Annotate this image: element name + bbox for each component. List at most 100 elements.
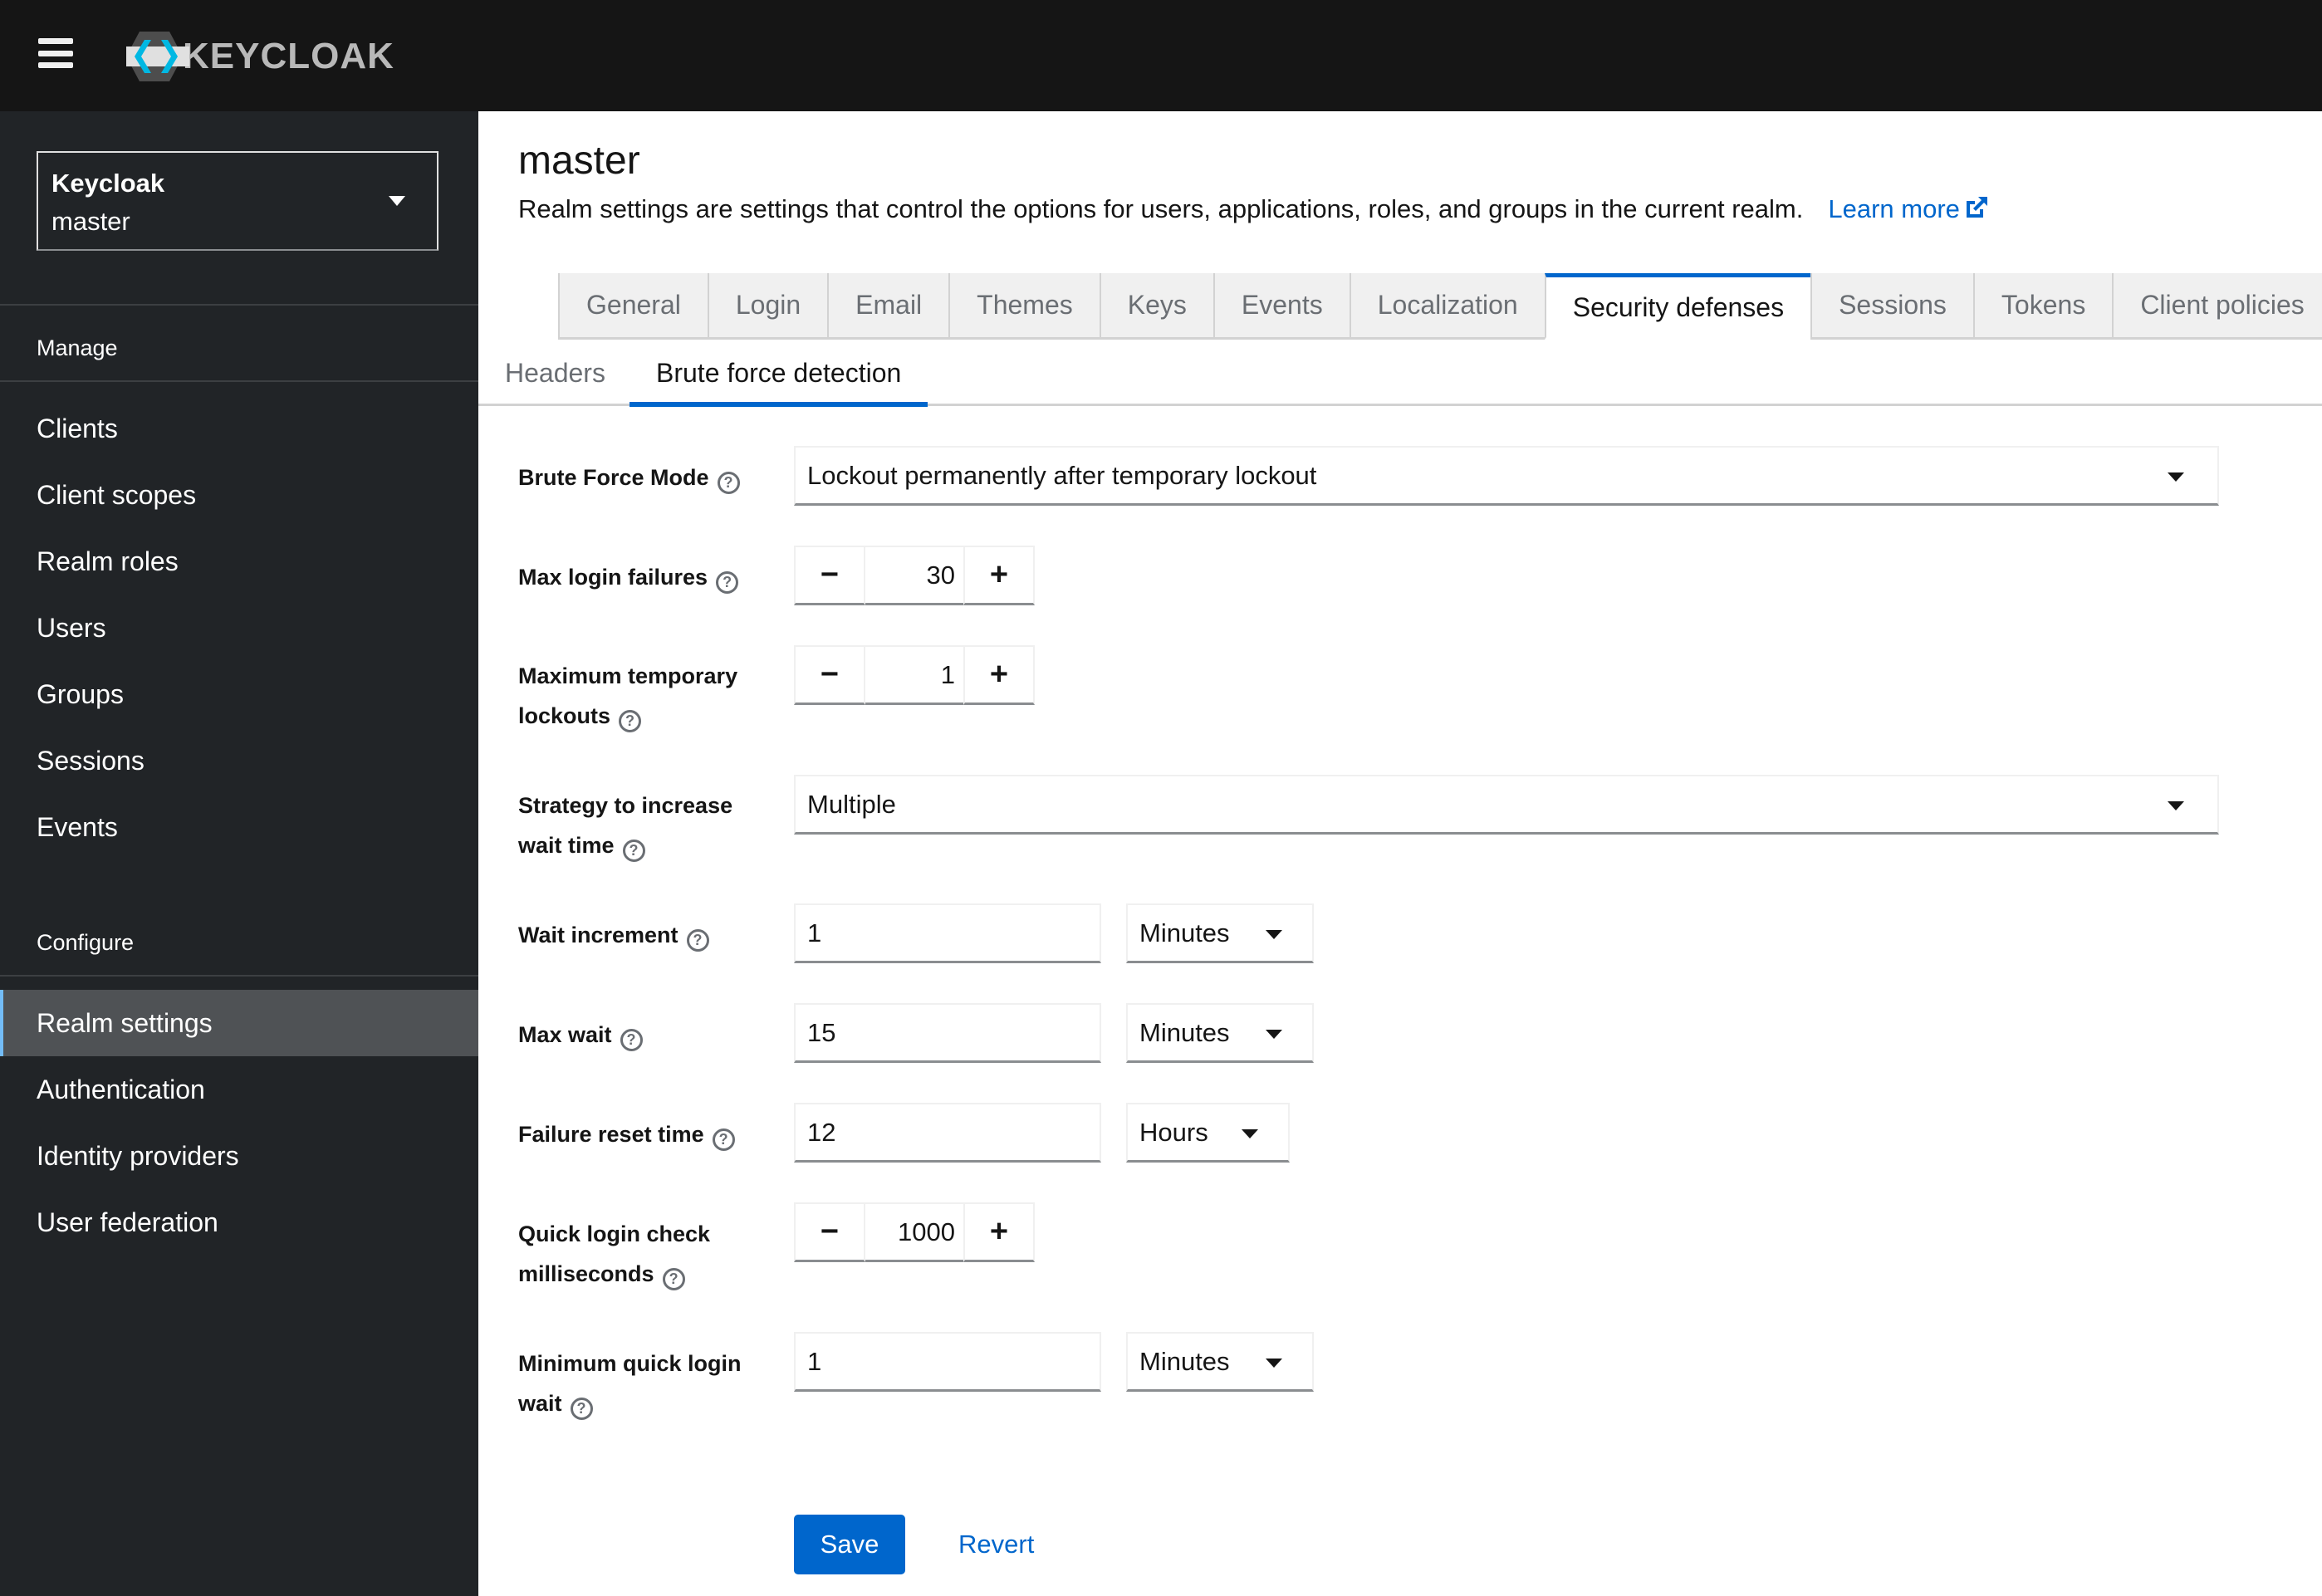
label-text: Quick login check bbox=[518, 1221, 711, 1246]
increment-button[interactable]: + bbox=[963, 546, 1035, 605]
nav-group-configure: Configure bbox=[37, 930, 135, 955]
help-icon[interactable]: ? bbox=[622, 840, 645, 862]
caret-down-icon bbox=[1266, 930, 1282, 939]
caret-down-icon bbox=[1266, 1030, 1282, 1039]
keycloak-logo[interactable]: KEYCLOAK bbox=[123, 30, 394, 83]
caret-down-icon bbox=[389, 196, 405, 206]
quick-login-check-input[interactable]: 1000 bbox=[865, 1202, 963, 1262]
max-login-failures-stepper: − 30 + bbox=[794, 546, 1035, 605]
revert-button[interactable]: Revert bbox=[958, 1515, 1034, 1574]
tab-tokens[interactable]: Tokens bbox=[1972, 273, 2113, 340]
label-text: Max wait bbox=[518, 1022, 612, 1047]
help-icon[interactable]: ? bbox=[570, 1398, 593, 1420]
help-icon[interactable]: ? bbox=[716, 571, 739, 594]
label-text: Strategy to increase bbox=[518, 793, 733, 818]
label-text: Max login failures bbox=[518, 565, 708, 590]
help-icon[interactable]: ? bbox=[619, 710, 642, 732]
unit-value: Hours bbox=[1139, 1118, 1208, 1147]
max-login-failures-label: Max login failures? bbox=[518, 557, 767, 597]
help-icon[interactable]: ? bbox=[717, 472, 740, 494]
failure-reset-time-input[interactable]: 12 bbox=[794, 1103, 1101, 1163]
subtab-headers[interactable]: Headers bbox=[478, 340, 632, 406]
sidebar-item-authentication[interactable]: Authentication bbox=[0, 1056, 478, 1123]
max-temporary-lockouts-input[interactable]: 1 bbox=[865, 645, 963, 705]
tab-themes[interactable]: Themes bbox=[948, 273, 1100, 340]
wait-increment-input[interactable]: 1 bbox=[794, 903, 1101, 963]
brute-force-mode-select[interactable]: Lockout permanently after temporary lock… bbox=[794, 446, 2219, 506]
sidebar-item-events[interactable]: Events bbox=[0, 794, 478, 860]
page-description-text: Realm settings are settings that control… bbox=[518, 194, 1804, 223]
increment-button[interactable]: + bbox=[963, 645, 1035, 705]
sidebar-item-realm-settings[interactable]: Realm settings bbox=[0, 990, 478, 1056]
realm-selector[interactable]: Keycloak master bbox=[37, 151, 438, 251]
tab-sessions[interactable]: Sessions bbox=[1810, 273, 1973, 340]
sidebar-item-users[interactable]: Users bbox=[0, 595, 478, 661]
tab-client-policies[interactable]: Client policies bbox=[2112, 273, 2322, 340]
caret-down-icon bbox=[2168, 801, 2184, 810]
help-icon[interactable]: ? bbox=[686, 929, 709, 952]
realm-selector-title: Keycloak bbox=[51, 169, 165, 198]
tab-events[interactable]: Events bbox=[1212, 273, 1350, 340]
wait-increment-label: Wait increment? bbox=[518, 915, 767, 955]
help-icon[interactable]: ? bbox=[620, 1029, 643, 1051]
logo-text: KEYCLOAK bbox=[183, 36, 394, 76]
min-quick-login-wait-label: Minimum quick login wait? bbox=[518, 1344, 767, 1423]
main-content: master Realm settings are settings that … bbox=[478, 111, 2322, 1596]
wait-increment-unit-select[interactable]: Minutes bbox=[1126, 903, 1314, 963]
page-description: Realm settings are settings that control… bbox=[518, 194, 1990, 224]
help-icon[interactable]: ? bbox=[712, 1128, 735, 1151]
max-wait-input[interactable]: 15 bbox=[794, 1003, 1101, 1063]
tab-email[interactable]: Email bbox=[827, 273, 949, 340]
strategy-select[interactable]: Multiple bbox=[794, 775, 2219, 835]
sidebar-item-clients[interactable]: Clients bbox=[0, 395, 478, 462]
sidebar-item-groups[interactable]: Groups bbox=[0, 661, 478, 727]
sidebar-item-identity-providers[interactable]: Identity providers bbox=[0, 1123, 478, 1189]
min-quick-login-wait-unit-select[interactable]: Minutes bbox=[1126, 1332, 1314, 1392]
failure-reset-time-unit-select[interactable]: Hours bbox=[1126, 1103, 1290, 1163]
label-text: Wait increment bbox=[518, 923, 678, 947]
tab-login[interactable]: Login bbox=[707, 273, 828, 340]
strategy-label: Strategy to increase wait time? bbox=[518, 786, 767, 865]
tab-localization[interactable]: Localization bbox=[1349, 273, 1545, 340]
max-temporary-lockouts-stepper: − 1 + bbox=[794, 645, 1035, 705]
unit-value: Minutes bbox=[1139, 918, 1230, 947]
max-login-failures-input[interactable]: 30 bbox=[865, 546, 963, 605]
quick-login-check-label: Quick login check milliseconds? bbox=[518, 1214, 767, 1294]
learn-more-label: Learn more bbox=[1828, 194, 1960, 223]
tab-keys[interactable]: Keys bbox=[1099, 273, 1213, 340]
decrement-button[interactable]: − bbox=[794, 645, 865, 705]
hamburger-menu-icon[interactable] bbox=[38, 38, 73, 68]
tab-security-defenses[interactable]: Security defenses bbox=[1544, 273, 1811, 340]
save-button[interactable]: Save bbox=[794, 1515, 905, 1574]
max-wait-label: Max wait? bbox=[518, 1015, 767, 1055]
external-link-icon bbox=[1966, 197, 1987, 218]
label-text: Maximum temporary bbox=[518, 663, 738, 688]
label-text: Minimum quick login bbox=[518, 1351, 742, 1376]
sidebar-item-client-scopes[interactable]: Client scopes bbox=[0, 462, 478, 528]
caret-down-icon bbox=[1242, 1129, 1258, 1138]
help-icon[interactable]: ? bbox=[662, 1268, 685, 1290]
tab-general[interactable]: General bbox=[558, 273, 708, 340]
caret-down-icon bbox=[2168, 472, 2184, 482]
realm-settings-tabs: General Login Email Themes Keys Events L… bbox=[558, 273, 2322, 340]
learn-more-link[interactable]: Learn more bbox=[1828, 194, 1990, 223]
page-title: master bbox=[518, 139, 640, 183]
sidebar-item-realm-roles[interactable]: Realm roles bbox=[0, 528, 478, 595]
label-text: milliseconds bbox=[518, 1261, 654, 1286]
quick-login-check-stepper: − 1000 + bbox=[794, 1202, 1035, 1262]
max-wait-unit-select[interactable]: Minutes bbox=[1126, 1003, 1314, 1063]
label-text: wait bbox=[518, 1391, 562, 1416]
decrement-button[interactable]: − bbox=[794, 546, 865, 605]
unit-value: Minutes bbox=[1139, 1018, 1230, 1047]
subtab-brute-force-detection[interactable]: Brute force detection bbox=[629, 340, 928, 407]
sidebar-item-user-federation[interactable]: User federation bbox=[0, 1189, 478, 1256]
caret-down-icon bbox=[1266, 1359, 1282, 1368]
masthead: KEYCLOAK bbox=[0, 0, 2322, 111]
sidebar-item-sessions[interactable]: Sessions bbox=[0, 727, 478, 794]
increment-button[interactable]: + bbox=[963, 1202, 1035, 1262]
brute-force-mode-label: Brute Force Mode? bbox=[518, 458, 767, 497]
min-quick-login-wait-input[interactable]: 1 bbox=[794, 1332, 1101, 1392]
divider bbox=[0, 304, 478, 306]
decrement-button[interactable]: − bbox=[794, 1202, 865, 1262]
failure-reset-time-label: Failure reset time? bbox=[518, 1114, 767, 1154]
